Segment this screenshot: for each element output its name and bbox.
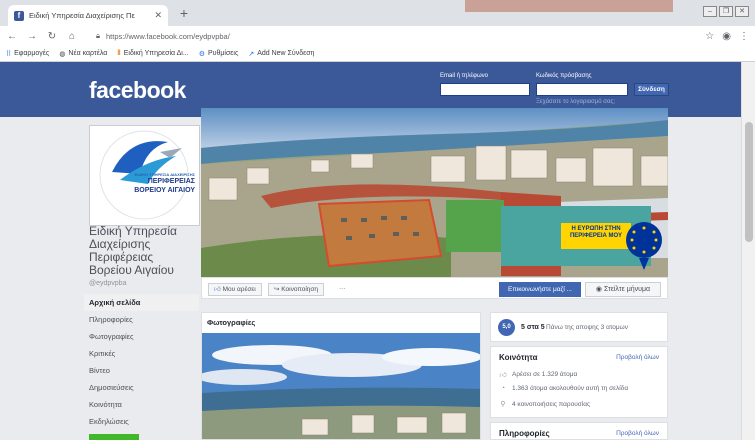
cover-photo[interactable]: Η ΕΥΡΩΠΗ ΣΤΗΝ ΠΕΡΙΦΕΡΕΙΑ ΜΟΥ bbox=[201, 108, 668, 277]
globe-icon: ◍ bbox=[59, 50, 66, 58]
page-scrollbar[interactable] bbox=[741, 62, 755, 440]
info-title: Πληροφορίες bbox=[499, 429, 550, 438]
community-likes-row: 👍︎ Αρέσει σε 1.329 άτομα bbox=[499, 371, 578, 379]
create-page-button[interactable] bbox=[89, 434, 139, 440]
rss-icon: ◔ bbox=[500, 385, 506, 392]
page-profile-picture[interactable]: ΕΙΔΙΚΗ ΥΠΗΡΕΣΙΑ ΔΙΑΧΕΙΡΙΣΗΣ ΠΕΡΙΦΕΡΕΙΑΣ … bbox=[89, 125, 200, 226]
close-window-button[interactable]: ✕ bbox=[735, 6, 749, 17]
tab-title: Ειδική Υπηρεσία Διαχείρισης Πε bbox=[29, 11, 135, 20]
photos-card-title[interactable]: Φωτογραφίες bbox=[207, 318, 255, 327]
avatar-line-2: ΠΕΡΙΦΕΡΕΙΑΣ bbox=[147, 178, 195, 185]
bars-icon: ‖ bbox=[117, 50, 121, 57]
facebook-logo[interactable]: facebook bbox=[89, 77, 186, 104]
messenger-icon: ◉ bbox=[595, 286, 603, 293]
bookmark-add-new[interactable]: ↗ Add New Σύνδεση bbox=[248, 50, 314, 58]
like-button[interactable]: 👍︎ Μου αρέσει bbox=[208, 283, 262, 296]
nav-item-about[interactable]: Πληροφορίες bbox=[84, 311, 199, 328]
bookmark-new-tab[interactable]: ◍ Νέα καρτέλα bbox=[59, 50, 107, 58]
page-handle: @eydpvpba bbox=[89, 280, 127, 287]
community-title: Κοινότητα bbox=[499, 353, 538, 362]
community-followers-row: ◔ 1.363 άτομα ακολουθούν αυτή τη σελίδα bbox=[500, 385, 629, 392]
password-label: Κωδικός πρόσβασης bbox=[536, 73, 592, 79]
menu-icon[interactable]: ⋮ bbox=[739, 31, 749, 42]
info-see-all-link[interactable]: Προβολή όλων bbox=[616, 430, 659, 437]
contact-us-button[interactable]: Επικοινωνήστε μαζί ... bbox=[499, 282, 581, 297]
address-bar-row: ← → ↻ ⌂ 🔒︎ https://www.facebook.com/eydp… bbox=[0, 26, 755, 46]
tab-bar: f Ειδική Υπηρεσία Διαχείρισης Πε ✕ + – ❐… bbox=[0, 0, 755, 26]
bookmark-apps[interactable]: ⠿ Εφαρμογές bbox=[6, 50, 49, 58]
new-tab-button[interactable]: + bbox=[176, 5, 192, 21]
forward-icon[interactable]: → bbox=[26, 31, 38, 42]
home-icon[interactable]: ⌂ bbox=[66, 31, 78, 42]
reload-icon[interactable]: ↻ bbox=[46, 31, 58, 42]
browser-window: f Ειδική Υπηρεσία Διαχείρισης Πε ✕ + – ❐… bbox=[0, 0, 755, 440]
scrollbar-thumb[interactable] bbox=[745, 122, 753, 242]
rating-card: 5,0 5 στα 5 Πάνω της αποψης 3 ατομων bbox=[490, 312, 668, 342]
photo-image bbox=[202, 333, 480, 439]
page-side-nav: Αρχική σελίδα Πληροφορίες Φωτογραφίες Κρ… bbox=[84, 294, 199, 430]
browser-tab[interactable]: f Ειδική Υπηρεσία Διαχείρισης Πε ✕ bbox=[8, 5, 168, 26]
nav-item-events[interactable]: Εκδηλώσεις bbox=[84, 413, 199, 430]
eu-sign-text: Η ΕΥΡΩΠΗ ΣΤΗΝ ΠΕΡΙΦΕΡΕΙΑ ΜΟΥ bbox=[569, 226, 623, 239]
bookmarks-bar: ⠿ Εφαρμογές ◍ Νέα καρτέλα ‖ Ειδική Υπηρε… bbox=[0, 46, 755, 62]
nav-item-reviews[interactable]: Κριτικές bbox=[84, 345, 199, 362]
share-button[interactable]: ↪ Κοινοποίηση bbox=[268, 283, 325, 296]
nav-item-photos[interactable]: Φωτογραφίες bbox=[84, 328, 199, 345]
apps-icon: ⠿ bbox=[6, 50, 12, 58]
tab-close-icon[interactable]: ✕ bbox=[154, 10, 162, 21]
lock-icon: 🔒︎ bbox=[96, 31, 100, 40]
community-checkins-row: ⚲ 4 κοινοποιήσεις παρουσίας bbox=[500, 400, 591, 409]
nav-item-home[interactable]: Αρχική σελίδα bbox=[84, 294, 199, 311]
email-input[interactable] bbox=[440, 83, 530, 96]
share-icon: ↪ bbox=[274, 286, 280, 293]
photos-card: Φωτογραφίες bbox=[201, 312, 481, 440]
star-icon[interactable]: ☆ bbox=[705, 31, 714, 42]
community-see-all-link[interactable]: Προβολή όλων bbox=[616, 354, 659, 361]
password-input[interactable] bbox=[536, 83, 628, 96]
rating-detail: Πάνω της αποψης 3 ατομων bbox=[546, 324, 628, 331]
facebook-favicon-icon: f bbox=[14, 10, 24, 21]
thumbs-up-icon: 👍︎ bbox=[214, 286, 221, 293]
login-button[interactable]: Σύνδεση bbox=[634, 83, 669, 96]
info-card: Πληροφορίες Προβολή όλων bbox=[490, 422, 668, 440]
page-action-bar: 👍︎ Μου αρέσει ↪ Κοινοποίηση ··· Επικοινω… bbox=[201, 277, 668, 299]
url-field[interactable]: 🔒︎ https://www.facebook.com/eydpvpba/ bbox=[86, 29, 697, 44]
url-text: https://www.facebook.com/eydpvpba/ bbox=[106, 31, 230, 41]
avatar-line-1: ΕΙΔΙΚΗ ΥΠΗΡΕΣΙΑ ΔΙΑΧΕΙΡΙΣΗΣ bbox=[134, 172, 195, 177]
avatar-line-3: ΒΟΡΕΙΟΥ ΑΙΓΑΙΟΥ bbox=[134, 187, 195, 194]
community-card: Κοινότητα Προβολή όλων 👍︎ Αρέσει σε 1.32… bbox=[490, 346, 668, 418]
more-button[interactable]: ··· bbox=[334, 283, 351, 296]
like-icon: 👍︎ bbox=[499, 372, 507, 379]
nav-item-community[interactable]: Κοινότητα bbox=[84, 396, 199, 413]
bookmark-settings[interactable]: ⚙ Ρυθμίσεις bbox=[199, 50, 239, 58]
cover-image bbox=[201, 108, 668, 277]
arrow-icon: ↗ bbox=[248, 50, 255, 58]
photo-thumbnail[interactable] bbox=[202, 333, 480, 439]
gear-icon: ⚙ bbox=[198, 50, 205, 58]
page-title: Ειδική Υπηρεσία Διαχείρισης Περιφέρειας … bbox=[89, 224, 177, 277]
nav-item-videos[interactable]: Βίντεο bbox=[84, 362, 199, 379]
email-label: Email ή τηλέφωνο bbox=[440, 73, 488, 79]
nav-item-posts[interactable]: Δημοσιεύσεις bbox=[84, 379, 199, 396]
window-controls: – ❐ ✕ bbox=[703, 6, 749, 17]
back-icon[interactable]: ← bbox=[6, 31, 18, 42]
forgot-account-link[interactable]: Ξεχάσατε το λογαριασμό σας; bbox=[536, 99, 615, 105]
checkin-icon: ⚲ bbox=[500, 401, 506, 408]
send-message-button[interactable]: ◉ Στείλτε μήνυμα bbox=[585, 282, 661, 297]
profile-icon[interactable]: ◉ bbox=[722, 31, 731, 42]
rating-score: 5 στα 5 bbox=[521, 324, 545, 331]
maximize-button[interactable]: ❐ bbox=[719, 6, 733, 17]
bookmark-agency[interactable]: ‖ Ειδική Υπηρεσία Δι... bbox=[117, 50, 188, 57]
window-accent-bar bbox=[465, 0, 673, 12]
rating-badge: 5,0 bbox=[498, 319, 515, 336]
minimize-button[interactable]: – bbox=[703, 6, 717, 17]
